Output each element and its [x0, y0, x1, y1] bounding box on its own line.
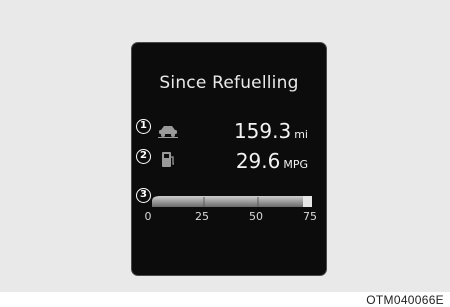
gauge-tick-50: 50: [249, 210, 263, 223]
distance-readout: 159.3 mi: [234, 119, 308, 143]
display-title: Since Refuelling: [159, 73, 299, 93]
gauge-tick-25: 25: [195, 210, 209, 223]
figure-background: Since Refuelling 159.3 mi 29.6 MPG 0 25 …: [0, 0, 450, 292]
fuel-economy-readout: 29.6 MPG: [236, 149, 308, 173]
fuel-economy-value: 29.6: [235, 149, 281, 173]
figure-code: OTM040066E: [366, 293, 444, 307]
callout-3: 3: [136, 188, 151, 203]
callout-1: 1: [136, 119, 151, 134]
fuel-pump-icon: [161, 151, 175, 173]
distance-unit: mi: [294, 128, 308, 141]
fuel-economy-row: 29.6 MPG: [132, 149, 328, 175]
fuel-economy-gauge: [148, 193, 316, 221]
car-distance-icon: [158, 124, 178, 143]
distance-value: 159.3: [233, 119, 292, 143]
distance-row: 159.3 mi: [132, 119, 328, 145]
gauge-tick-75: 75: [303, 210, 317, 223]
trip-info-display: Since Refuelling 159.3 mi 29.6 MPG 0 25 …: [131, 42, 327, 276]
fuel-economy-unit: MPG: [283, 158, 308, 171]
callout-2: 2: [136, 149, 151, 164]
gauge-tick-0: 0: [144, 210, 152, 223]
